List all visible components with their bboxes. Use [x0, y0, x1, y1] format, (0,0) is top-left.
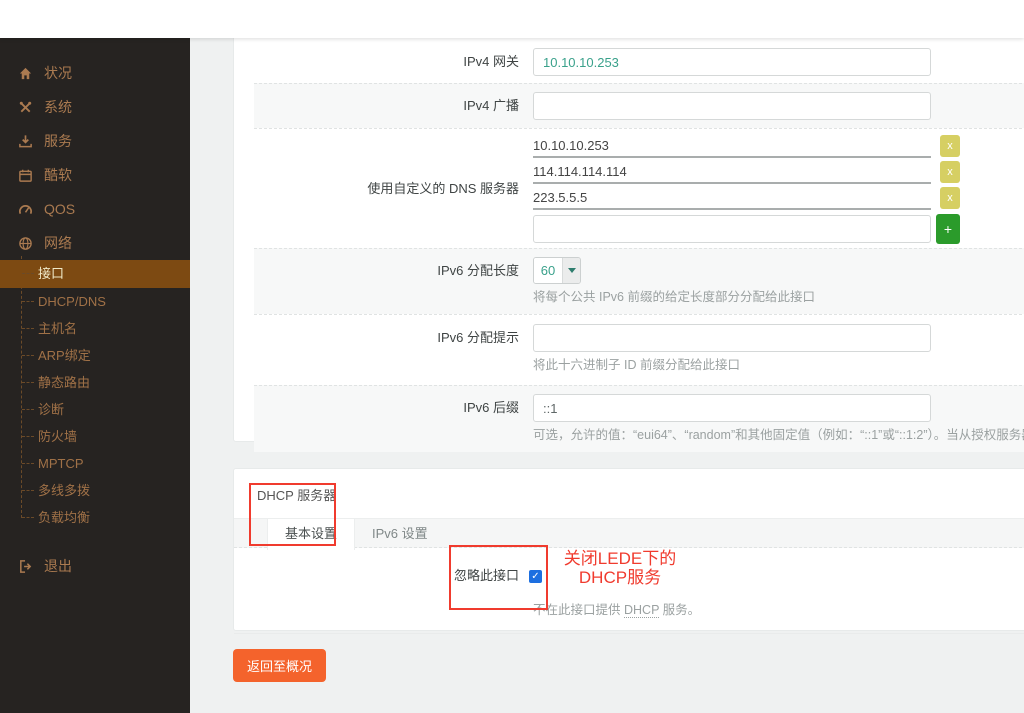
sidebar-item-status[interactable]: 状况: [0, 56, 190, 90]
remove-dns-button[interactable]: x: [940, 187, 960, 209]
main-content: IPv4 网关 IPv4 广播 使用自定义的 DNS 服务器 x x: [190, 30, 1024, 713]
field-description: 可选，允许的值：“eui64”、“random”和其他固定值（例如：“::1”或…: [533, 428, 1024, 442]
main-nav: 状况 系统 服务 酷软 QOS 网络: [0, 38, 190, 260]
gauge-icon: [18, 202, 33, 217]
ipv6-suffix-input[interactable]: [533, 394, 931, 422]
annotation-line: 关闭LEDE下的: [563, 549, 677, 568]
form-row-ipv4-broadcast: IPv4 广播: [254, 83, 1024, 128]
sidebar: 状况 系统 服务 酷软 QOS 网络 接口 DHCP/DNS 主机名 ARP绑定…: [0, 38, 190, 713]
sidebar-item-logout[interactable]: 退出: [0, 549, 190, 583]
back-to-overview-button[interactable]: 返回至概况: [233, 649, 327, 682]
sidebar-item-multiwan[interactable]: 多线多拨: [0, 477, 190, 504]
add-dns-button[interactable]: +: [936, 214, 960, 244]
sidebar-item-label: 网络: [44, 235, 72, 251]
form-row-ipv6-suffix: IPv6 后缀 可选，允许的值：“eui64”、“random”和其他固定值（例…: [254, 385, 1024, 452]
interface-settings-panel: IPv4 网关 IPv4 广播 使用自定义的 DNS 服务器 x x: [233, 30, 1024, 452]
dns-server-input-1[interactable]: [533, 134, 931, 158]
dhcp-abbr: DHCP: [623, 603, 660, 618]
ipv6-assignment-hint-input[interactable]: [533, 324, 931, 352]
sidebar-item-mptcp[interactable]: MPTCP: [0, 450, 190, 477]
annotation-line: DHCP服务: [578, 568, 662, 587]
sidebar-item-system[interactable]: 系统: [0, 90, 190, 124]
sidebar-item-hostnames[interactable]: 主机名: [0, 315, 190, 342]
sidebar-item-static-routes[interactable]: 静态路由: [0, 369, 190, 396]
chevron-down-icon: [562, 258, 580, 283]
field-label: IPv4 网关: [463, 54, 519, 69]
top-header: [0, 0, 1024, 38]
sidebar-item-network[interactable]: 网络: [0, 226, 190, 260]
dns-server-input-2[interactable]: [533, 160, 931, 184]
sidebar-item-interfaces[interactable]: 接口: [0, 260, 190, 288]
dhcp-tabbar: 基本设置 IPv6 设置: [234, 518, 1024, 550]
field-label: IPv6 后缀: [463, 400, 519, 415]
sidebar-item-arp-binding[interactable]: ARP绑定: [0, 342, 190, 369]
remove-dns-button[interactable]: x: [940, 135, 960, 157]
sidebar-item-firewall[interactable]: 防火墙: [0, 423, 190, 450]
logout-icon: [18, 559, 33, 574]
dns-entry: x: [533, 185, 1024, 211]
ipv4-gateway-input[interactable]: [533, 48, 931, 76]
annotation-text: 关闭LEDE下的 DHCP服务: [508, 549, 732, 587]
dns-entry: x: [533, 159, 1024, 185]
network-submenu: 接口 DHCP/DNS 主机名 ARP绑定 静态路由 诊断 防火墙 MPTCP …: [0, 256, 190, 531]
sidebar-item-diagnostics[interactable]: 诊断: [0, 396, 190, 423]
globe-icon: [18, 236, 33, 251]
field-label: IPv6 分配长度: [437, 263, 519, 278]
home-icon: [18, 66, 33, 81]
sidebar-item-koolshare[interactable]: 酷软: [0, 158, 190, 192]
form-row-ipv4-gateway: IPv4 网关: [254, 41, 1024, 83]
sidebar-item-load-balancing[interactable]: 负载均衡: [0, 504, 190, 531]
form-row-ipv6-assignment-length: IPv6 分配长度 60 将每个公共 IPv6 前缀的给定长度部分分配给此接口: [254, 248, 1024, 314]
sidebar-item-label: QOS: [44, 201, 76, 217]
tab-ipv6-settings[interactable]: IPv6 设置: [355, 519, 445, 547]
dns-server-input-new[interactable]: [533, 215, 931, 243]
tools-icon: [18, 100, 33, 115]
dns-server-input-3[interactable]: [533, 186, 931, 210]
description-text: 服务。: [659, 603, 701, 617]
field-label: IPv4 广播: [463, 98, 519, 113]
ipv6-assignment-length-select[interactable]: 60: [533, 257, 581, 284]
sidebar-item-label: 状况: [44, 65, 72, 81]
dhcp-section-title: DHCP 服务器: [257, 488, 337, 503]
annotation-box-dhcp-server: [249, 483, 336, 546]
field-description: 将此十六进制子 ID 前缀分配给此接口: [533, 358, 740, 372]
field-description: 将每个公共 IPv6 前缀的给定长度部分分配给此接口: [533, 290, 815, 304]
field-label: 使用自定义的 DNS 服务器: [367, 180, 519, 196]
calendar-icon: [18, 168, 33, 183]
form-row-custom-dns: 使用自定义的 DNS 服务器 x x x +: [254, 128, 1024, 248]
sidebar-item-qos[interactable]: QOS: [0, 192, 190, 226]
form-row-ipv6-assignment-hint: IPv6 分配提示 将此十六进制子 ID 前缀分配给此接口: [254, 314, 1024, 385]
remove-dns-button[interactable]: x: [940, 161, 960, 183]
sidebar-item-services[interactable]: 服务: [0, 124, 190, 158]
dns-add-entry: +: [533, 214, 1024, 244]
select-value: 60: [534, 258, 562, 283]
sidebar-item-label: 酷软: [44, 167, 72, 183]
sidebar-item-label: 退出: [44, 558, 72, 574]
download-icon: [18, 134, 33, 149]
ipv4-broadcast-input[interactable]: [533, 92, 931, 120]
dns-entry: x: [533, 133, 1024, 159]
sidebar-item-label: 服务: [44, 133, 72, 149]
field-label: IPv6 分配提示: [437, 330, 519, 345]
field-description: 不在此接口提供 DHCP 服务。: [533, 599, 1024, 618]
sidebar-item-dhcp-dns[interactable]: DHCP/DNS: [0, 288, 190, 315]
sidebar-item-label: 系统: [44, 99, 72, 115]
